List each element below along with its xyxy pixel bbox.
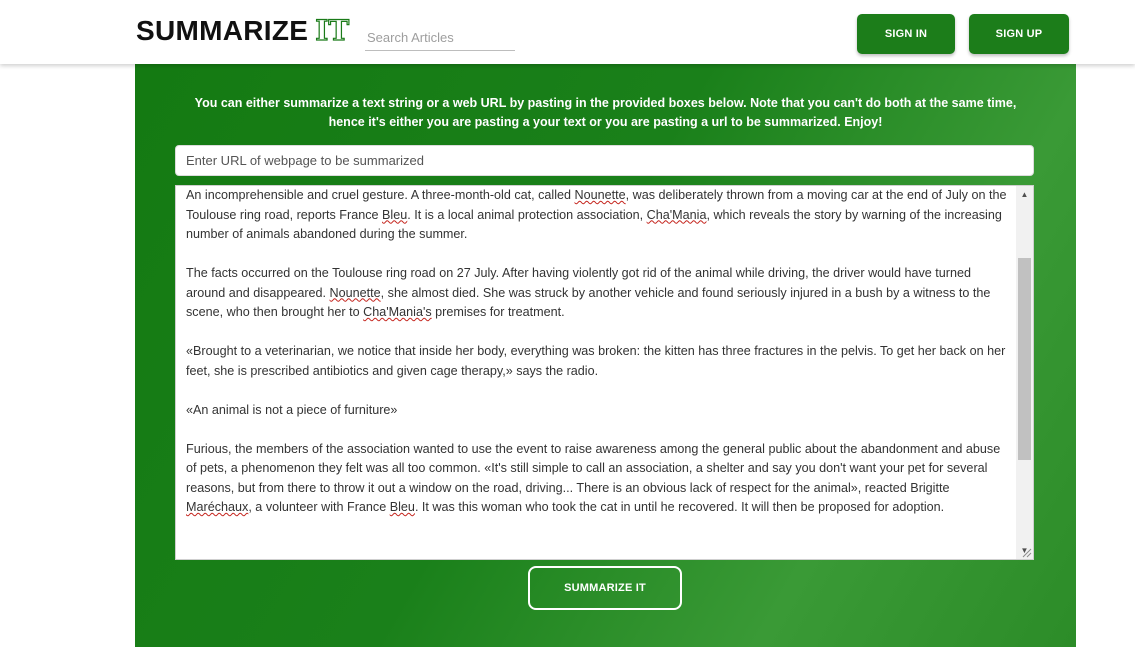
article-paragraph-1: An incomprehensible and cruel gesture. A… [186, 188, 1007, 241]
sign-in-button[interactable]: SIGN IN [857, 14, 955, 54]
intro-line-2: hence it's either you are pasting a your… [328, 115, 883, 129]
logo-accent-text: IT [315, 13, 350, 47]
search-input[interactable] [365, 24, 515, 51]
resize-grip-icon[interactable] [1020, 546, 1032, 558]
summarize-panel: You can either summarize a text string o… [135, 64, 1076, 647]
summarize-button[interactable]: SUMMARIZE IT [528, 566, 682, 610]
logo-text: SUMMARIZE [136, 15, 309, 46]
top-navbar: SUMMARIZE IT SIGN IN SIGN UP [0, 0, 1135, 64]
logo[interactable]: SUMMARIZE IT [136, 13, 350, 50]
intro-line-1: You can either summarize a text string o… [194, 96, 1017, 110]
article-paragraph-3: «Brought to a veterinarian, we notice th… [186, 344, 1006, 378]
url-input[interactable] [175, 145, 1034, 176]
textarea-scrollbar[interactable]: ▲ ▼ [1016, 186, 1033, 559]
article-paragraph-5: Furious, the members of the association … [186, 441, 1001, 515]
article-text[interactable]: An incomprehensible and cruel gesture. A… [186, 186, 1008, 518]
intro-text: You can either summarize a text string o… [135, 94, 1076, 132]
article-paragraph-4: «An animal is not a piece of furniture» [186, 402, 398, 417]
sign-up-button[interactable]: SIGN UP [969, 14, 1069, 54]
article-textarea[interactable]: An incomprehensible and cruel gesture. A… [175, 185, 1034, 560]
article-paragraph-2: The facts occurred on the Toulouse ring … [186, 266, 991, 319]
scroll-up-arrow-icon[interactable]: ▲ [1016, 186, 1033, 203]
scrollbar-thumb[interactable] [1018, 258, 1031, 460]
